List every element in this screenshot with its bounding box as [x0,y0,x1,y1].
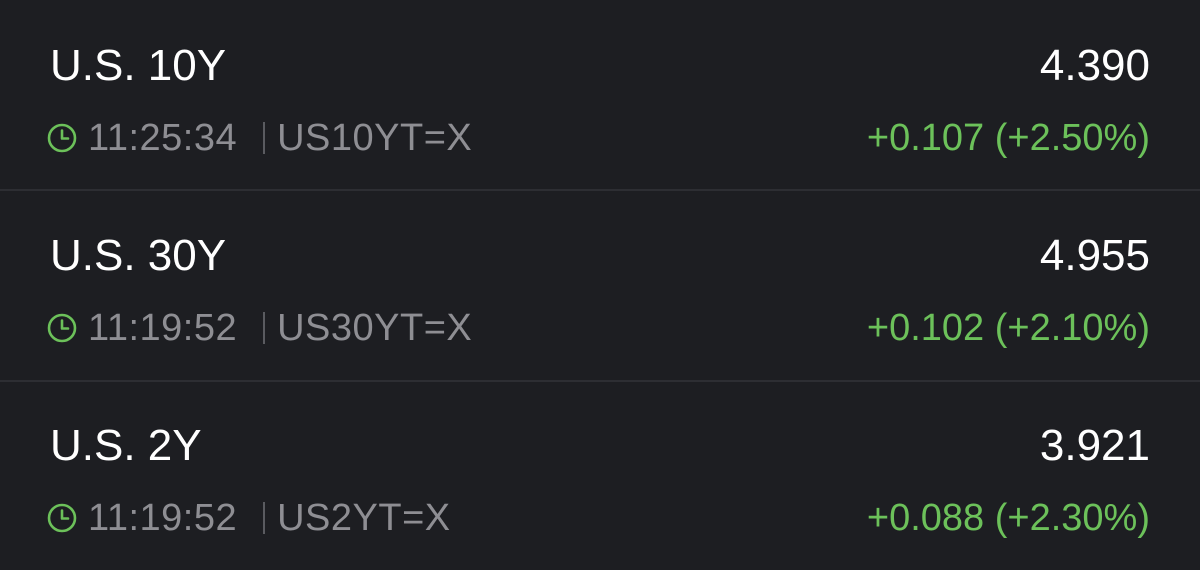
quote-time: 11:25:34 [88,116,238,159]
quote-symbol: US30YT=X [277,306,473,349]
clock-icon [47,313,77,343]
quote-price: 4.390 [1039,41,1150,90]
quote-row-us10y[interactable]: U.S. 10Y 4.390 11:25:34 US10YT=X +0.107 … [0,0,1200,190]
quote-change: +0.102 (+2.10%) [866,307,1150,349]
quote-price: 3.921 [1039,421,1150,470]
quote-price: 4.955 [1039,231,1150,280]
quote-name: U.S. 2Y [50,421,202,470]
quote-meta: 11:25:34 US10YT=X [46,115,472,161]
quote-name: U.S. 30Y [50,231,227,280]
clock-icon [47,123,77,153]
meta-separator [263,502,266,534]
quote-change: +0.088 (+2.30%) [866,497,1150,539]
quote-symbol: US10YT=X [277,116,473,159]
clock-icon [47,503,77,533]
meta-separator [263,312,266,344]
quote-list: U.S. 10Y 4.390 11:25:34 US10YT=X +0.107 … [0,0,1200,570]
quote-row-us2y[interactable]: U.S. 2Y 3.921 11:19:52 US2YT=X +0.088 (+… [0,380,1200,570]
quote-row-us30y[interactable]: U.S. 30Y 4.955 11:19:52 US30YT=X +0.102 … [0,190,1200,380]
quote-name: U.S. 10Y [50,41,227,90]
quote-meta: 11:19:52 US2YT=X [46,495,451,541]
quote-time: 11:19:52 [88,496,238,539]
quote-time: 11:19:52 [88,306,238,349]
quote-meta: 11:19:52 US30YT=X [46,305,472,351]
meta-separator [263,122,266,154]
quote-change: +0.107 (+2.50%) [866,117,1150,159]
quote-symbol: US2YT=X [277,496,451,539]
